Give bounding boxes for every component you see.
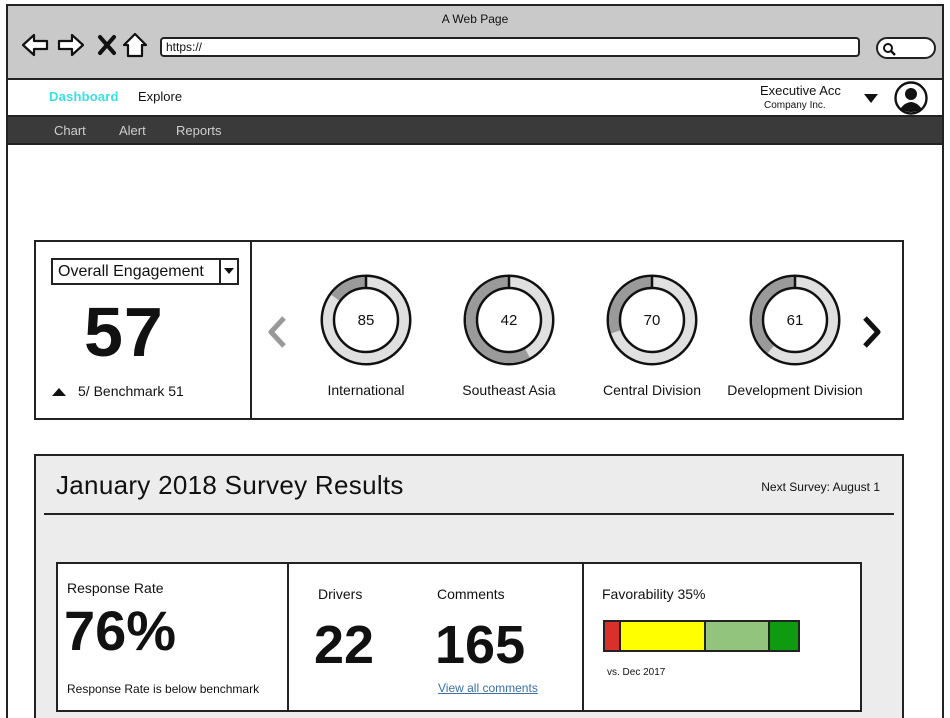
engagement-score: 57 (84, 293, 164, 371)
top-navigation: Dashboard Explore Executive Acc Company … (8, 80, 942, 117)
donut-value: 85 (357, 312, 375, 329)
close-x-icon[interactable] (92, 30, 122, 60)
donut-value: 70 (643, 312, 661, 329)
favorability-favorable (706, 622, 770, 650)
division-donut-international[interactable]: 85 International (286, 274, 446, 404)
favorability-neutral (621, 622, 707, 650)
metric-select[interactable]: Overall Engagement (51, 258, 239, 285)
response-rate-note: Response Rate is below benchmark (67, 682, 260, 696)
donut-value: 42 (500, 312, 518, 329)
search-icon (883, 43, 896, 56)
favorability-label: Favorability 35% (602, 586, 706, 602)
response-rate-value: 76% (64, 599, 177, 662)
drivers-label: Drivers (318, 586, 363, 602)
favorability-unfavorable (605, 622, 622, 650)
address-bar[interactable]: https:// (160, 37, 860, 57)
donut-label: International (327, 382, 405, 398)
donut-label: Development Division (727, 382, 863, 398)
nav-link-explore[interactable]: Explore (138, 89, 182, 104)
page-frame: Dashboard Explore Executive Acc Company … (6, 78, 944, 718)
survey-results-card: January 2018 Survey Results Next Survey:… (34, 454, 904, 718)
up-arrow-icon (52, 387, 66, 396)
subnav-item-reports[interactable]: Reports (176, 123, 222, 138)
divider (44, 513, 894, 515)
account-name: Executive Acc (760, 83, 841, 98)
favorability-very-favorable (769, 622, 798, 650)
chevron-down-icon[interactable] (219, 260, 237, 283)
benchmark-text: 5/ Benchmark 51 (78, 383, 184, 399)
donut-value: 61 (786, 312, 804, 329)
home-icon[interactable] (120, 30, 150, 60)
survey-title: January 2018 Survey Results (56, 470, 404, 500)
division-donut-southeast-asia[interactable]: 42 Southeast Asia (429, 274, 589, 404)
division-donut-development-division[interactable]: 61 Development Division (715, 274, 875, 404)
subnav-item-alert[interactable]: Alert (119, 123, 146, 138)
browser-search-box[interactable] (876, 37, 936, 59)
division-donut-central-division[interactable]: 70 Central Division (572, 274, 732, 404)
back-arrow-icon[interactable] (20, 30, 50, 60)
avatar-icon[interactable] (894, 81, 928, 115)
engagement-summary: Overall Engagement 57 5/ Benchmark 51 (36, 242, 252, 418)
subnav-item-chart[interactable]: Chart (54, 123, 86, 138)
forward-arrow-icon[interactable] (56, 30, 86, 60)
comments-value: 165 (435, 615, 526, 675)
donut-label: Central Division (602, 382, 702, 398)
drivers-comments-panel: Drivers 22 Comments 165 View all comment… (289, 564, 584, 710)
favorability-panel: Favorability 35% vs. Dec 2017 (584, 564, 860, 710)
chevron-left-icon[interactable] (266, 315, 288, 349)
window-title: A Web Page (441, 12, 509, 26)
engagement-card: Overall Engagement 57 5/ Benchmark 51 85… (34, 240, 904, 420)
browser-chrome: A Web Page https:// (6, 4, 944, 78)
nav-link-dashboard[interactable]: Dashboard (49, 89, 119, 104)
view-all-comments-link[interactable]: View all comments (438, 681, 538, 695)
chevron-down-icon[interactable] (864, 94, 878, 104)
next-survey-date: Next Survey: August 1 (761, 480, 880, 494)
response-rate-label: Response Rate (67, 580, 164, 596)
favorability-comparison: vs. Dec 2017 (607, 667, 666, 678)
sub-navigation: Chart Alert Reports (8, 117, 942, 145)
metric-select-value: Overall Engagement (58, 262, 204, 280)
account-info[interactable]: Executive Acc Company Inc. (760, 83, 841, 111)
favorability-bar (603, 620, 800, 652)
account-company: Company Inc. (764, 100, 826, 111)
survey-metrics-row: Response Rate 76% Response Rate is below… (56, 562, 862, 712)
donut-label: Southeast Asia (462, 382, 556, 398)
drivers-value: 22 (314, 615, 375, 675)
chevron-right-icon[interactable] (861, 315, 883, 349)
comments-label: Comments (437, 586, 505, 602)
response-rate-panel: Response Rate 76% Response Rate is below… (58, 564, 289, 710)
benchmark-indicator: 5/ Benchmark 51 (52, 383, 184, 399)
